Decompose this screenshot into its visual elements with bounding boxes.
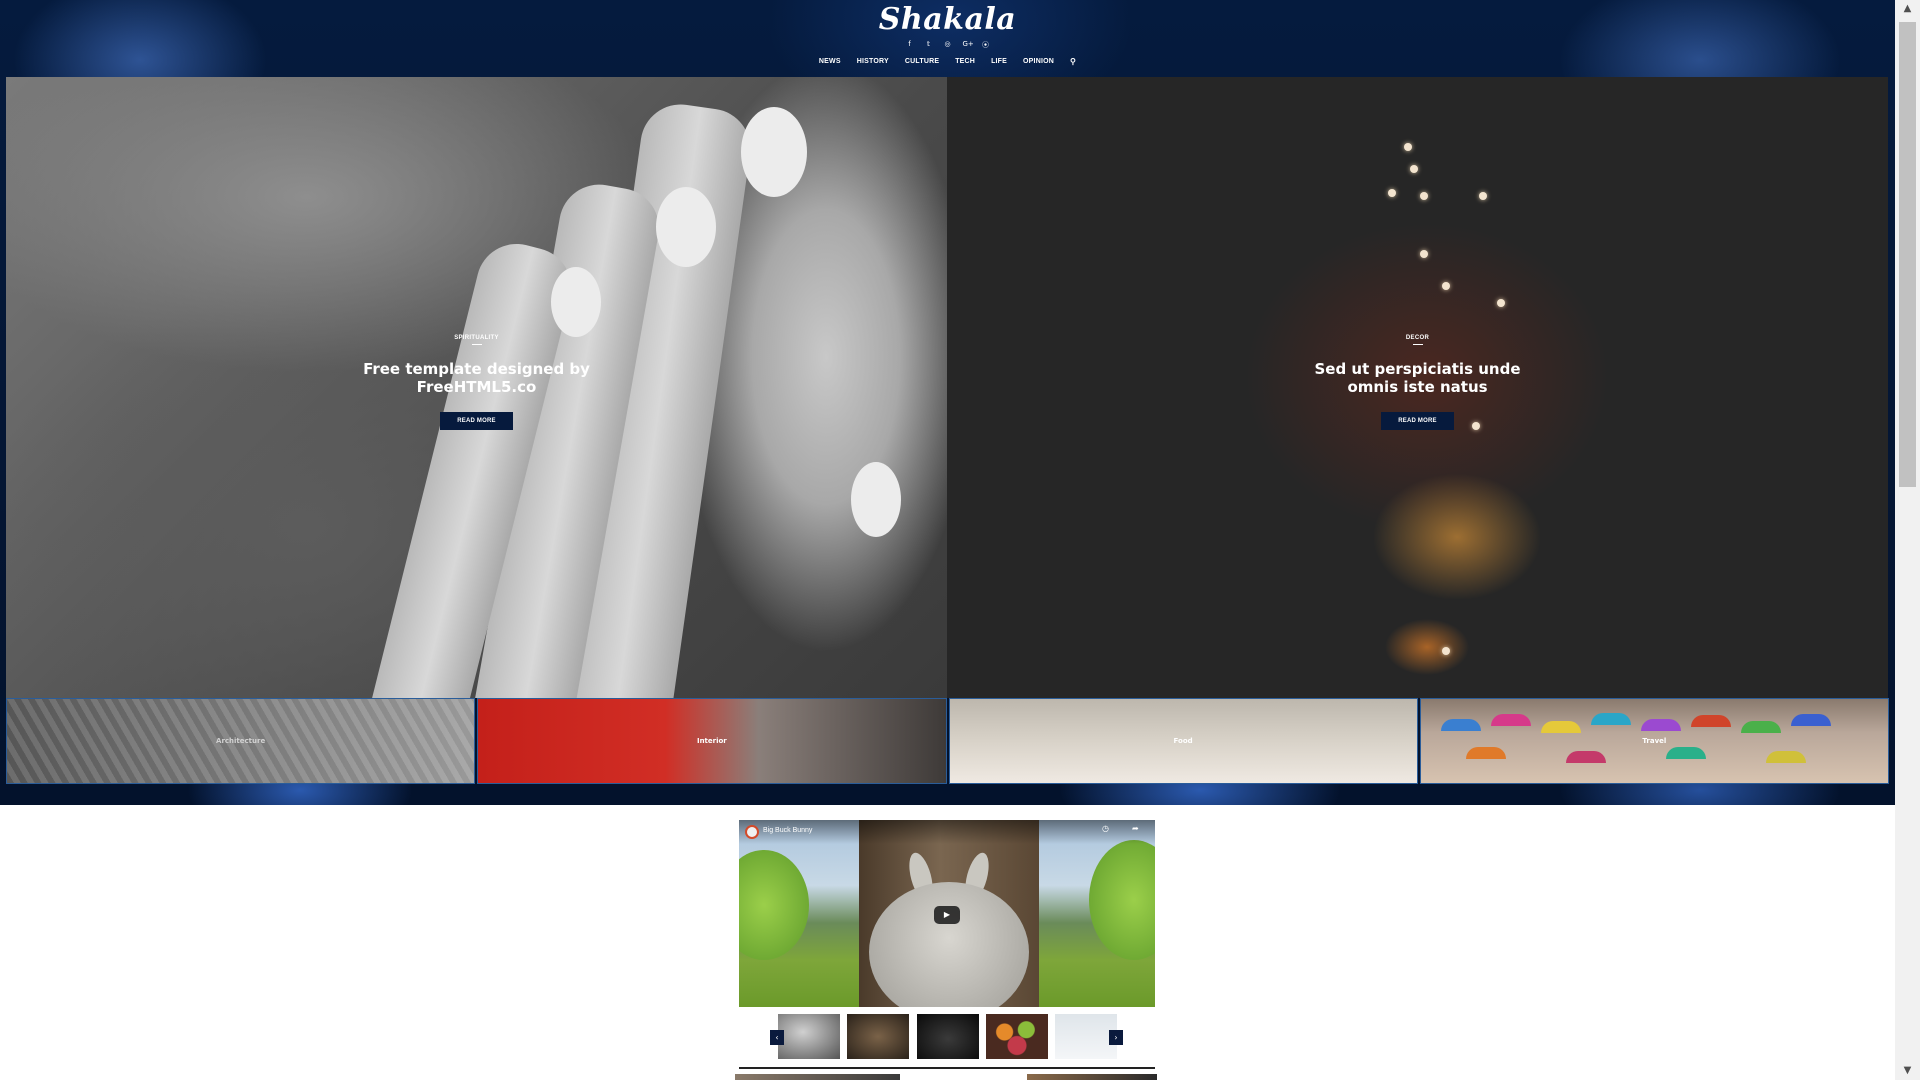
carousel-thumbnail[interactable] [847,1014,909,1059]
category-travel[interactable]: Travel [1419,698,1889,784]
spark [1388,189,1396,197]
video-scenery [1089,840,1155,960]
share-icon[interactable]: ➦ [1132,824,1139,833]
scroll-up-icon[interactable]: ▲ [1895,0,1920,18]
nav-item-culture[interactable]: CULTURE [905,58,939,65]
category-underline [1412,344,1423,345]
category-food[interactable]: Food [948,698,1418,784]
hero-category[interactable]: DECOR [947,335,1888,341]
read-more-button[interactable]: READ MORE [440,412,513,430]
hero-title[interactable]: Free template designed by FreeHTML5.co [347,360,607,396]
play-icon[interactable]: ▶ [934,906,960,924]
hero-content: DECOR Sed ut perspiciatis unde omnis ist… [947,335,1888,430]
page-scrollbar[interactable]: ▲ ▼ [1895,0,1920,1080]
carousel-prev-icon[interactable]: ‹ [770,1030,784,1045]
nail [551,267,601,337]
spark [1420,192,1428,200]
category-underline [471,344,482,345]
spark [1442,282,1450,290]
carousel-next-icon[interactable]: › [1109,1030,1123,1045]
spark [1404,143,1412,151]
spark [1420,250,1428,258]
hero-slider: SPIRITUALITY Free template designed by F… [6,77,1889,698]
category-strip: Architecture Interior Food Travel [6,698,1889,784]
rss-icon[interactable]: ⦿ [982,40,990,50]
nail [851,462,901,537]
hero-content: SPIRITUALITY Free template designed by F… [6,335,947,430]
search-icon[interactable]: ⚲ [1070,57,1076,66]
read-more-button[interactable]: READ MORE [1381,412,1454,430]
spark [1410,165,1418,173]
spark [1479,192,1487,200]
category-label: Travel [1642,737,1667,745]
scroll-down-icon[interactable]: ▼ [1895,1062,1920,1080]
site-header: Shakala f 𝕥 ◎ G+ ⦿ NEWS HISTORY CULTURE … [0,0,1895,77]
scrollbar-thumb[interactable] [1899,22,1916,487]
main-nav: NEWS HISTORY CULTURE TECH LIFE OPINION ⚲ [0,57,1895,66]
category-label: Food [1173,737,1193,745]
nav-item-news[interactable]: NEWS [819,58,841,65]
video-scenery [739,850,809,960]
carousel-thumbnail[interactable] [917,1014,979,1059]
spark [1442,647,1450,655]
category-label: Architecture [216,737,266,745]
nail [741,107,807,197]
article-thumbnail[interactable] [735,1074,900,1080]
nav-item-history[interactable]: HISTORY [857,58,889,65]
hero-category[interactable]: SPIRITUALITY [6,335,947,341]
site-logo[interactable]: Shakala [0,2,1895,37]
nav-item-life[interactable]: LIFE [991,58,1007,65]
article-thumbnail[interactable] [1027,1074,1157,1080]
nail [656,187,716,267]
instagram-icon[interactable]: ◎ [944,40,952,50]
video-player[interactable]: Big Buck Bunny ◷ ➦ ▶ [739,820,1155,1007]
channel-avatar-icon[interactable] [745,825,759,839]
category-label: Interior [696,737,727,745]
carousel-thumbnail[interactable] [1055,1014,1117,1059]
hero-slide-spirituality[interactable]: SPIRITUALITY Free template designed by F… [6,77,947,698]
category-architecture[interactable]: Architecture [6,698,476,784]
nav-item-opinion[interactable]: OPINION [1023,58,1054,65]
carousel-thumbnail[interactable] [778,1014,840,1059]
facebook-icon[interactable]: f [906,40,914,50]
spark [1497,299,1505,307]
google-plus-icon[interactable]: G+ [963,40,974,50]
hero-slide-decor[interactable]: DECOR Sed ut perspiciatis unde omnis ist… [947,77,1888,698]
social-links: f 𝕥 ◎ G+ ⦿ [0,40,1895,50]
category-interior[interactable]: Interior [477,698,947,784]
video-title[interactable]: Big Buck Bunny [763,827,812,834]
section-divider [739,1067,1155,1069]
thumbnail-carousel: ‹ › [770,1014,1124,1059]
carousel-thumbnail[interactable] [986,1014,1048,1059]
nav-item-tech[interactable]: TECH [955,58,975,65]
hero-title[interactable]: Sed ut perspiciatis unde omnis iste natu… [1288,360,1548,396]
twitter-icon[interactable]: 𝕥 [925,40,933,50]
watch-later-icon[interactable]: ◷ [1102,824,1109,833]
